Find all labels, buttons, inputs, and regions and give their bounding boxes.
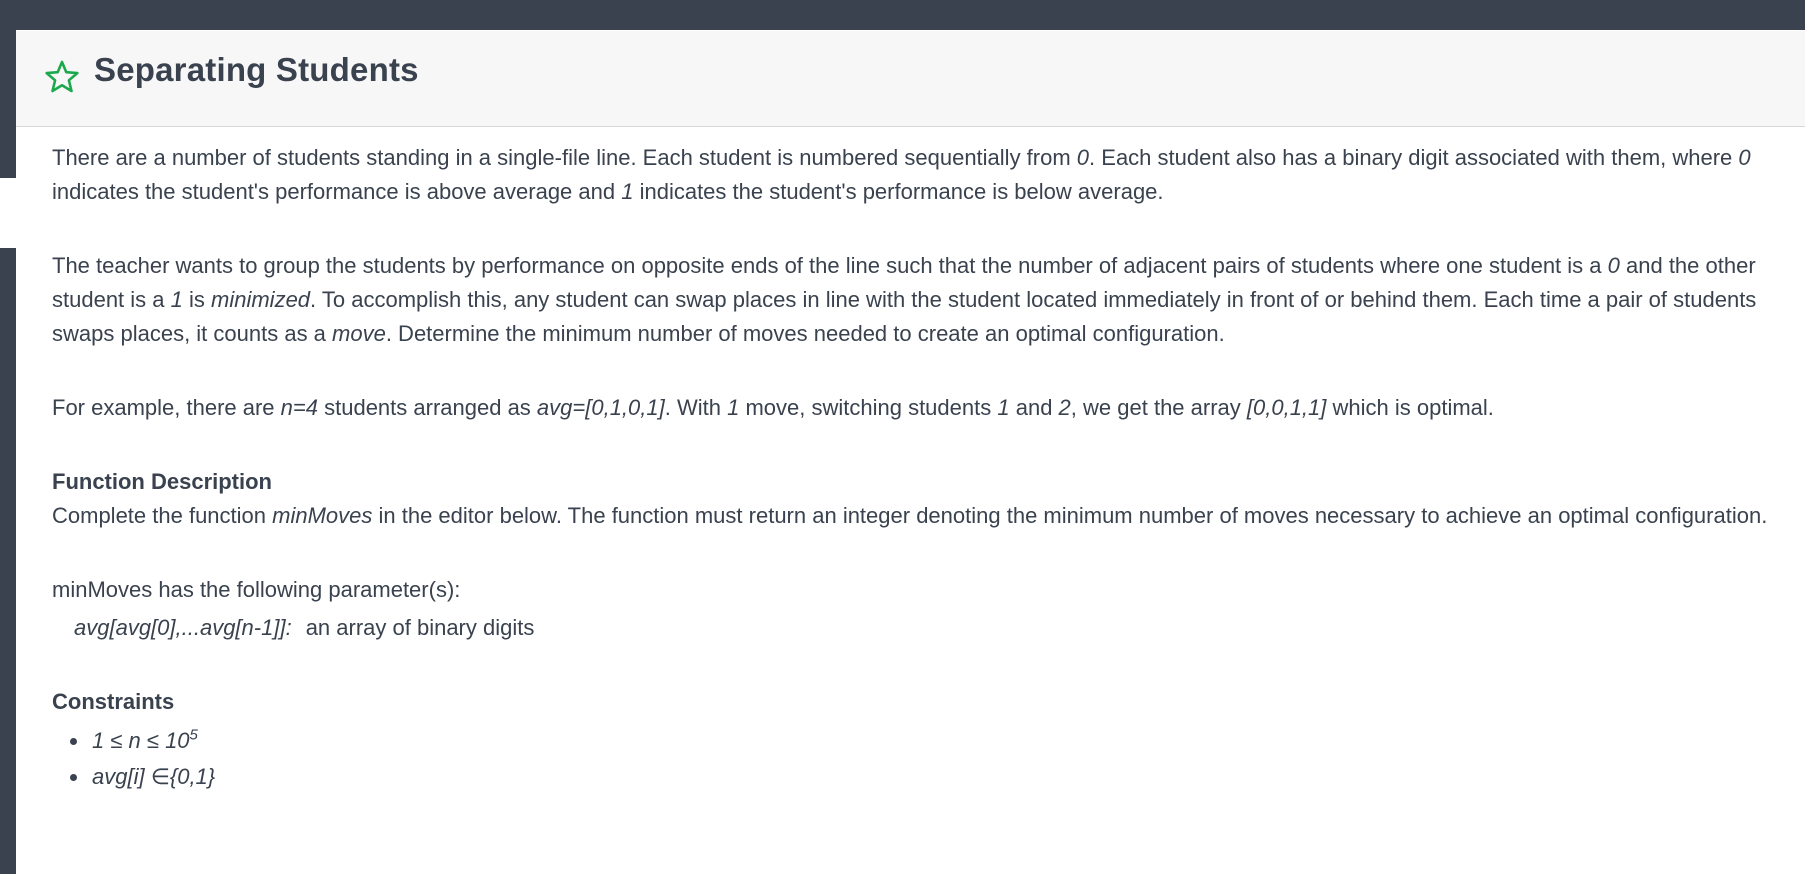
parameter-avg: avg[avg[0],...avg[n-1]]: an array of bina… <box>74 611 1792 645</box>
text-span: The teacher wants to group the students … <box>52 253 1608 278</box>
text-span: students arranged as <box>318 395 537 420</box>
parameters-title: minMoves has the following parameter(s): <box>52 577 461 602</box>
text-span: in the editor below. The function must r… <box>372 503 1768 528</box>
math-zero: 0 <box>1076 145 1090 170</box>
intro-paragraph: There are a number of students standing … <box>52 141 1792 209</box>
text-span: move, switching students <box>739 395 998 420</box>
constraint-item: avg[i] ∈{0,1} <box>90 759 1792 795</box>
math-avg: avg=[0,1,0,1] <box>536 395 665 420</box>
constraint-item: 1 ≤ n ≤ 105 <box>90 723 1792 759</box>
constraint-exponent: 5 <box>189 726 198 744</box>
text-span: . With <box>664 395 728 420</box>
left-panel-edge-top <box>0 30 16 178</box>
math-zero: 0 <box>1738 145 1751 170</box>
math-result-array: [0,0,1,1] <box>1246 395 1327 420</box>
parameter-description: an array of binary digits <box>305 615 535 640</box>
math-n: n=4 <box>280 395 318 420</box>
emphasis-minimized: minimized <box>211 287 311 312</box>
constraints-list: 1 ≤ n ≤ 105 avg[i] ∈{0,1} <box>52 723 1792 795</box>
math-zero: 0 <box>1607 253 1620 278</box>
math-student-2: 2 <box>1058 395 1071 420</box>
text-span: For example, there are <box>52 395 281 420</box>
function-description-text: Complete the function minMoves in the ed… <box>52 499 1792 533</box>
text-span: is <box>182 287 212 312</box>
math-student-1: 1 <box>997 395 1010 420</box>
example-paragraph: For example, there are n=4 students arra… <box>52 391 1792 425</box>
text-span: . Determine the minimum number of moves … <box>385 321 1225 346</box>
function-description-heading: Function Description <box>52 469 272 494</box>
text-span: and <box>1009 395 1059 420</box>
left-panel-edge-bottom <box>0 248 16 874</box>
math-one: 1 <box>727 395 740 420</box>
top-navbar <box>0 0 1805 30</box>
emphasis-move: move <box>332 321 386 346</box>
text-span: Complete the function <box>52 503 273 528</box>
text-span: There are a number of students standing … <box>52 145 1077 170</box>
text-span: , we get the array <box>1070 395 1247 420</box>
goal-paragraph: The teacher wants to group the students … <box>52 249 1792 351</box>
text-span: indicates the student's performance is b… <box>633 179 1164 204</box>
text-span: which is optimal. <box>1326 395 1494 420</box>
math-one: 1 <box>621 179 634 204</box>
text-span: indicates the student's performance is a… <box>52 179 622 204</box>
constraints-heading: Constraints <box>52 689 175 714</box>
star-icon[interactable] <box>44 59 80 95</box>
constraint-avg-values: avg[i] ∈{0,1} <box>92 764 216 789</box>
math-one: 1 <box>170 287 183 312</box>
problem-header: Separating Students <box>16 31 1805 127</box>
parameter-name: avg[avg[0],...avg[n-1]]: <box>74 615 292 640</box>
left-panel-gap <box>0 178 16 248</box>
function-name: minMoves <box>272 503 373 528</box>
problem-statement: There are a number of students standing … <box>52 141 1792 795</box>
constraint-n-range: 1 ≤ n ≤ 10 <box>92 728 190 753</box>
problem-title: Separating Students <box>94 51 419 88</box>
text-span: . Each student also has a binary digit a… <box>1089 145 1739 170</box>
